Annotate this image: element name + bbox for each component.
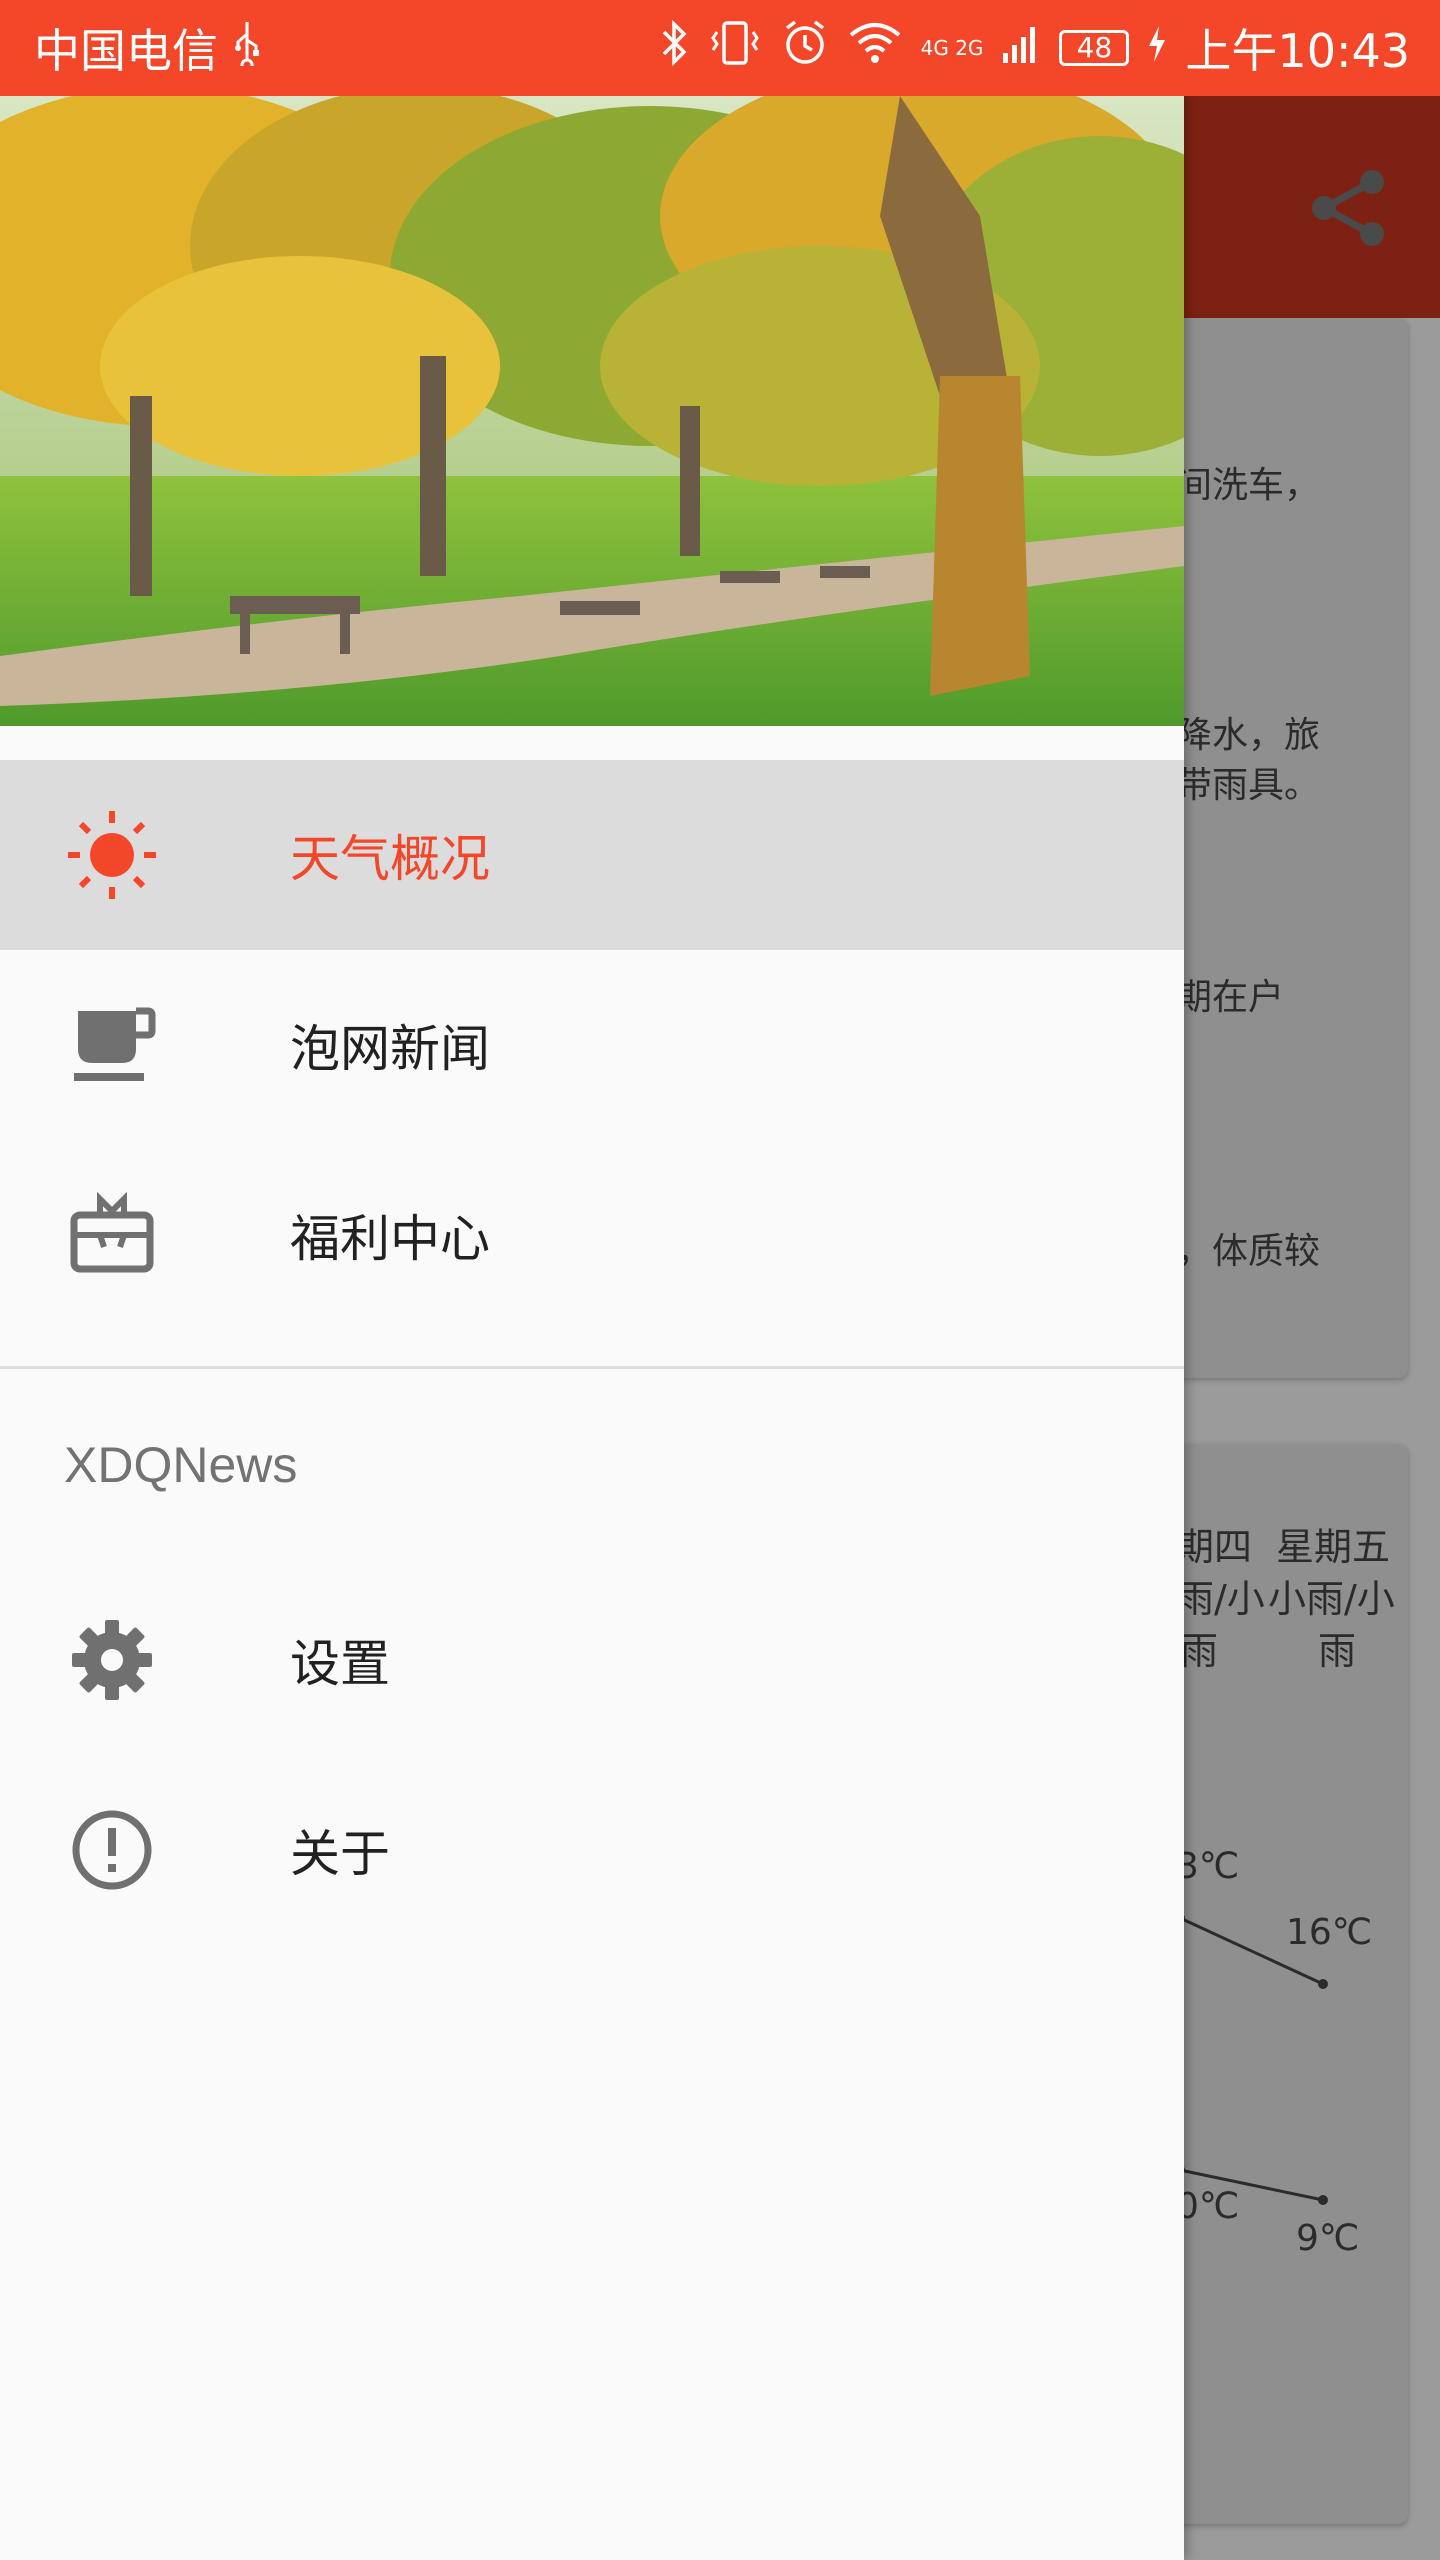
menu-item-news[interactable]: 泡网新闻: [0, 950, 1184, 1140]
battery-indicator: 48: [1059, 30, 1130, 66]
bg-snippet: 间洗车，: [1176, 465, 1321, 506]
carrier-label: 中国电信: [34, 24, 218, 78]
bluetooth-icon: [659, 18, 689, 79]
menu-item-label: 福利中心: [290, 1210, 490, 1268]
share-icon: [1300, 160, 1396, 256]
clock: 上午10:43: [1185, 24, 1410, 78]
forecast-weather: 雨: [1318, 1629, 1357, 1673]
forecast-day: 星期五: [1276, 1525, 1391, 1569]
menu-item-benefits[interactable]: 福利中心: [0, 1140, 1184, 1330]
forecast-weather: 雨/小: [1176, 1577, 1265, 1621]
section-header: XDQNews: [64, 1437, 298, 1493]
charging-icon: [1147, 21, 1167, 75]
low-temp-label: 9℃: [1296, 2218, 1360, 2259]
vibrate-icon: [707, 18, 763, 79]
bg-snippet: ，体质较: [1176, 1231, 1321, 1272]
menu-item-weather-overview[interactable]: 天气概况: [0, 760, 1184, 950]
sun-icon: [64, 807, 160, 903]
bg-snippet: 带雨具。: [1176, 765, 1321, 806]
temperature-chart: [1175, 1913, 1328, 2205]
navigation-drawer: 天气概况 泡网新闻 福利中心 XDQNews 设置 关于: [0, 96, 1184, 2560]
signal-icon: [1001, 21, 1041, 76]
wifi-icon: [847, 21, 903, 76]
gift-card-icon: [64, 1187, 160, 1283]
bg-snippet: 降水，旅: [1176, 715, 1321, 756]
info-alert-icon: [64, 1802, 160, 1898]
menu-item-label: 天气概况: [290, 830, 490, 888]
gear-icon: [64, 1612, 160, 1708]
menu-item-label: 设置: [290, 1635, 390, 1693]
coffee-cup-icon: [64, 997, 160, 1093]
drawer-header-image: [0, 96, 1184, 726]
low-temp-label: 0℃: [1176, 2186, 1240, 2227]
status-bar: 中国电信 4G 2G 48 上午10:43: [0, 0, 1440, 96]
forecast-weather: 雨: [1180, 1629, 1219, 1673]
menu-divider: [0, 1366, 1184, 1369]
forecast-weather: 小雨/小: [1268, 1577, 1395, 1621]
high-temp-label: 16℃: [1286, 1912, 1373, 1953]
menu-item-label: 泡网新闻: [290, 1020, 490, 1078]
alarm-icon: [781, 18, 829, 79]
bg-snippet: 期在户: [1176, 977, 1285, 1018]
menu-item-about[interactable]: 关于: [0, 1755, 1184, 1945]
high-temp-label: 3℃: [1176, 1846, 1240, 1887]
forecast-day: 期四: [1176, 1525, 1253, 1569]
network-type-label: 4G 2G: [920, 36, 984, 60]
usb-icon: [232, 20, 262, 77]
menu-item-label: 关于: [290, 1825, 390, 1883]
menu-item-settings[interactable]: 设置: [0, 1565, 1184, 1755]
